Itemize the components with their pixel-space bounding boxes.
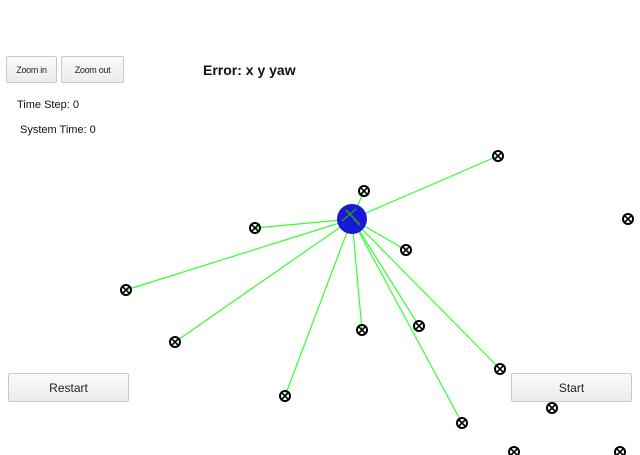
landmark-marker <box>279 390 291 402</box>
restart-button[interactable]: Restart <box>8 373 129 402</box>
start-button[interactable]: Start <box>511 373 632 402</box>
landmark-marker <box>622 213 634 225</box>
landmarks <box>120 150 634 455</box>
robot-body <box>337 204 367 234</box>
landmark-marker <box>508 446 520 455</box>
observation-line <box>351 218 420 327</box>
observation-line <box>351 155 499 220</box>
landmark-marker <box>120 284 132 296</box>
observation-line <box>284 218 353 397</box>
landmark-marker <box>413 320 425 332</box>
landmark-marker <box>614 446 626 455</box>
robot <box>337 204 367 234</box>
landmark-marker <box>358 185 370 197</box>
observation-line <box>174 218 353 343</box>
landmark-marker <box>494 363 506 375</box>
observation-line <box>351 218 501 370</box>
observation-line <box>125 218 353 291</box>
observation-lines <box>125 155 501 424</box>
landmark-marker <box>492 150 504 162</box>
landmark-marker <box>400 244 412 256</box>
landmark-marker <box>456 417 468 429</box>
landmark-marker <box>546 402 558 414</box>
landmark-marker <box>169 336 181 348</box>
